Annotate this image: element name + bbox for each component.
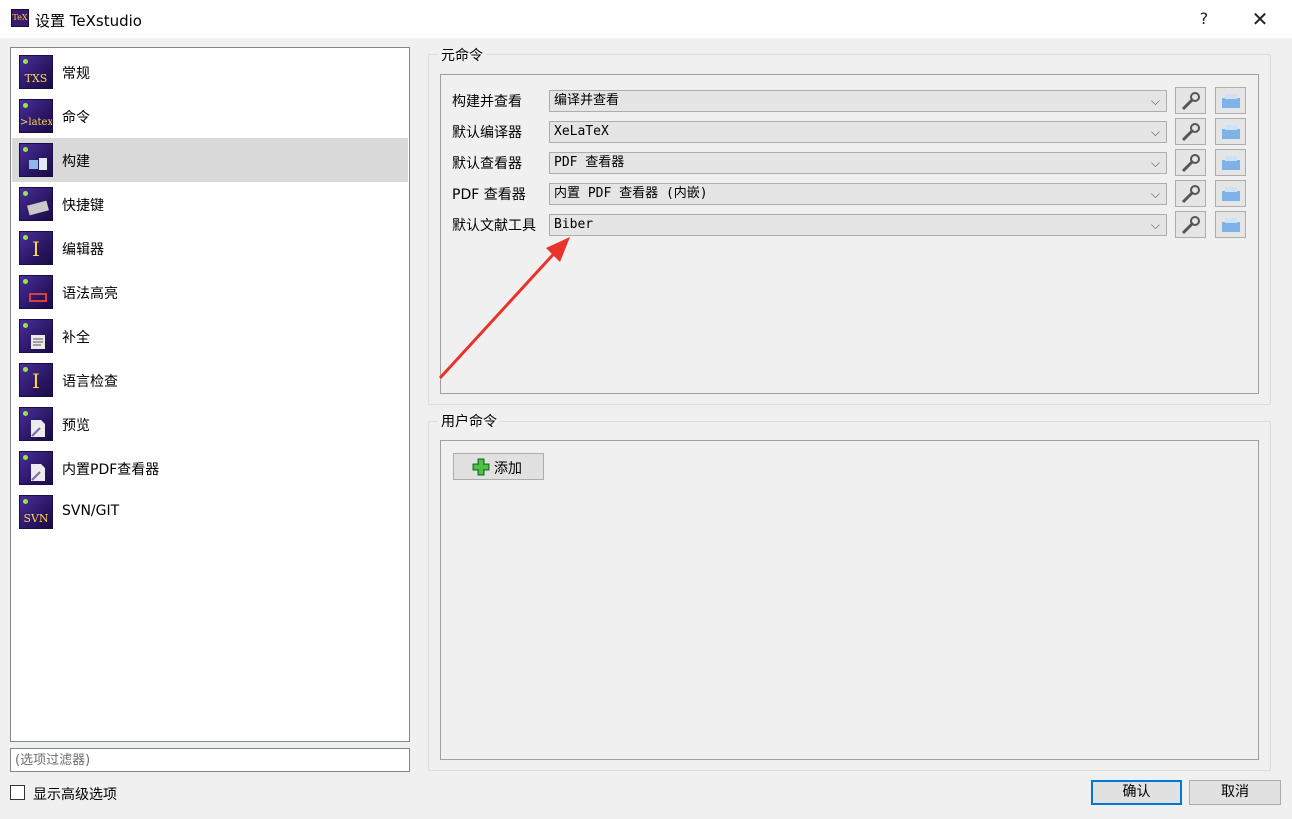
select-value: XeLaTeX [554,124,609,139]
default-viewer-select[interactable]: PDF 查看器 ⌵ [549,152,1167,174]
nav-item-build[interactable]: 构建 [12,138,408,182]
select-value: PDF 查看器 [554,155,625,170]
printer-icon [1222,218,1240,232]
build-and-view-label: 构建并查看 [452,94,522,110]
default-viewer-configure-button[interactable] [1175,149,1206,176]
add-user-command-button[interactable]: 添加 [453,453,544,480]
default-viewer-reset-button[interactable] [1215,149,1246,176]
build-and-view-configure-button[interactable] [1175,87,1206,114]
nav-item-label: 语言检查 [62,374,118,390]
syntax-highlight-icon [19,275,53,309]
meta-commands-title: 元命令 [438,45,486,65]
nav-item-label: 常规 [62,66,90,82]
default-viewer-label: 默认查看器 [452,156,522,172]
nav-item-completion[interactable]: 补全 [12,314,408,358]
nav-item-label: SVN/GIT [62,503,120,519]
pdf-viewer-select[interactable]: 内置 PDF 查看器 (内嵌) ⌵ [549,183,1167,205]
chevron-down-icon: ⌵ [1150,125,1160,139]
nav-item-commands[interactable]: >latex 命令 [12,94,408,138]
wrench-icon [1181,216,1200,235]
show-advanced-label: 显示高级选项 [33,787,117,803]
default-compiler-label: 默认编译器 [452,125,522,141]
user-commands-frame [440,440,1259,760]
chevron-down-icon: ⌵ [1150,187,1160,201]
completion-icon [19,319,53,353]
keyboard-icon [19,187,53,221]
default-bibliography-tool-select[interactable]: Biber ⌵ [549,214,1167,236]
nav-item-label: 编辑器 [62,242,104,258]
show-advanced-checkbox[interactable] [10,785,25,800]
pdf-viewer-icon [19,451,53,485]
wrench-icon [1181,123,1200,142]
latex-icon: >latex [19,99,53,133]
default-bibliography-tool-reset-button[interactable] [1215,211,1246,238]
language-check-icon: I [19,363,53,397]
nav-item-label: 语法高亮 [62,286,118,302]
nav-item-label: 内置PDF查看器 [62,462,160,478]
plus-icon [472,458,490,476]
nav-item-preview[interactable]: 预览 [12,402,408,446]
title-bar: TeX 设置 TeXstudio ? ✕ [0,0,1292,38]
chevron-down-icon: ⌵ [1150,156,1160,170]
nav-item-syntax-highlighting[interactable]: 语法高亮 [12,270,408,314]
nav-item-label: 补全 [62,330,90,346]
select-value: 内置 PDF 查看器 (内嵌) [554,186,708,201]
nav-item-label: 快捷键 [62,198,104,214]
pdf-viewer-configure-button[interactable] [1175,180,1206,207]
preview-icon [19,407,53,441]
txs-icon: TXS [19,55,53,89]
nav-item-label: 命令 [62,110,90,126]
select-value: Biber [554,217,594,232]
default-bibliography-tool-label: 默认文献工具 [452,218,536,234]
nav-item-editor[interactable]: I 编辑器 [12,226,408,270]
close-button[interactable]: ✕ [1237,4,1283,34]
nav-item-internal-pdf-viewer[interactable]: 内置PDF查看器 [12,446,408,490]
help-button[interactable]: ? [1181,4,1227,34]
select-value: 编译并查看 [554,93,620,108]
build-and-view-select[interactable]: 编译并查看 ⌵ [549,90,1167,112]
printer-icon [1222,187,1240,201]
pdf-viewer-reset-button[interactable] [1215,180,1246,207]
wrench-icon [1181,92,1200,111]
default-compiler-configure-button[interactable] [1175,118,1206,145]
pdf-viewer-label: PDF 查看器 [452,187,526,203]
nav-item-general[interactable]: TXS 常规 [12,50,408,94]
build-icon [19,143,53,177]
cancel-button[interactable]: 取消 [1189,780,1281,805]
printer-icon [1222,94,1240,108]
nav-item-label: 构建 [62,154,90,170]
wrench-icon [1181,154,1200,173]
default-compiler-reset-button[interactable] [1215,118,1246,145]
editor-cursor-icon: I [19,231,53,265]
printer-icon [1222,125,1240,139]
wrench-icon [1181,185,1200,204]
nav-item-label: 预览 [62,418,90,434]
texstudio-app-icon: TeX [11,9,29,27]
build-and-view-reset-button[interactable] [1215,87,1246,114]
confirm-button[interactable]: 确认 [1091,780,1182,805]
nav-item-svn-git[interactable]: SVN SVN/GIT [12,490,408,534]
chevron-down-icon: ⌵ [1150,94,1160,108]
nav-item-shortcuts[interactable]: 快捷键 [12,182,408,226]
window-title: 设置 TeXstudio [35,12,142,30]
chevron-down-icon: ⌵ [1150,218,1160,232]
nav-item-language-check[interactable]: I 语言检查 [12,358,408,402]
settings-category-list: TXS 常规 >latex 命令 构建 快捷键 I 编辑器 语法高亮 补全 I … [10,47,410,742]
printer-icon [1222,156,1240,170]
add-button-label: 添加 [494,461,522,477]
default-compiler-select[interactable]: XeLaTeX ⌵ [549,121,1167,143]
options-filter-input[interactable] [10,748,410,772]
default-bibliography-tool-configure-button[interactable] [1175,211,1206,238]
svn-icon: SVN [19,495,53,529]
user-commands-title: 用户命令 [438,411,500,431]
